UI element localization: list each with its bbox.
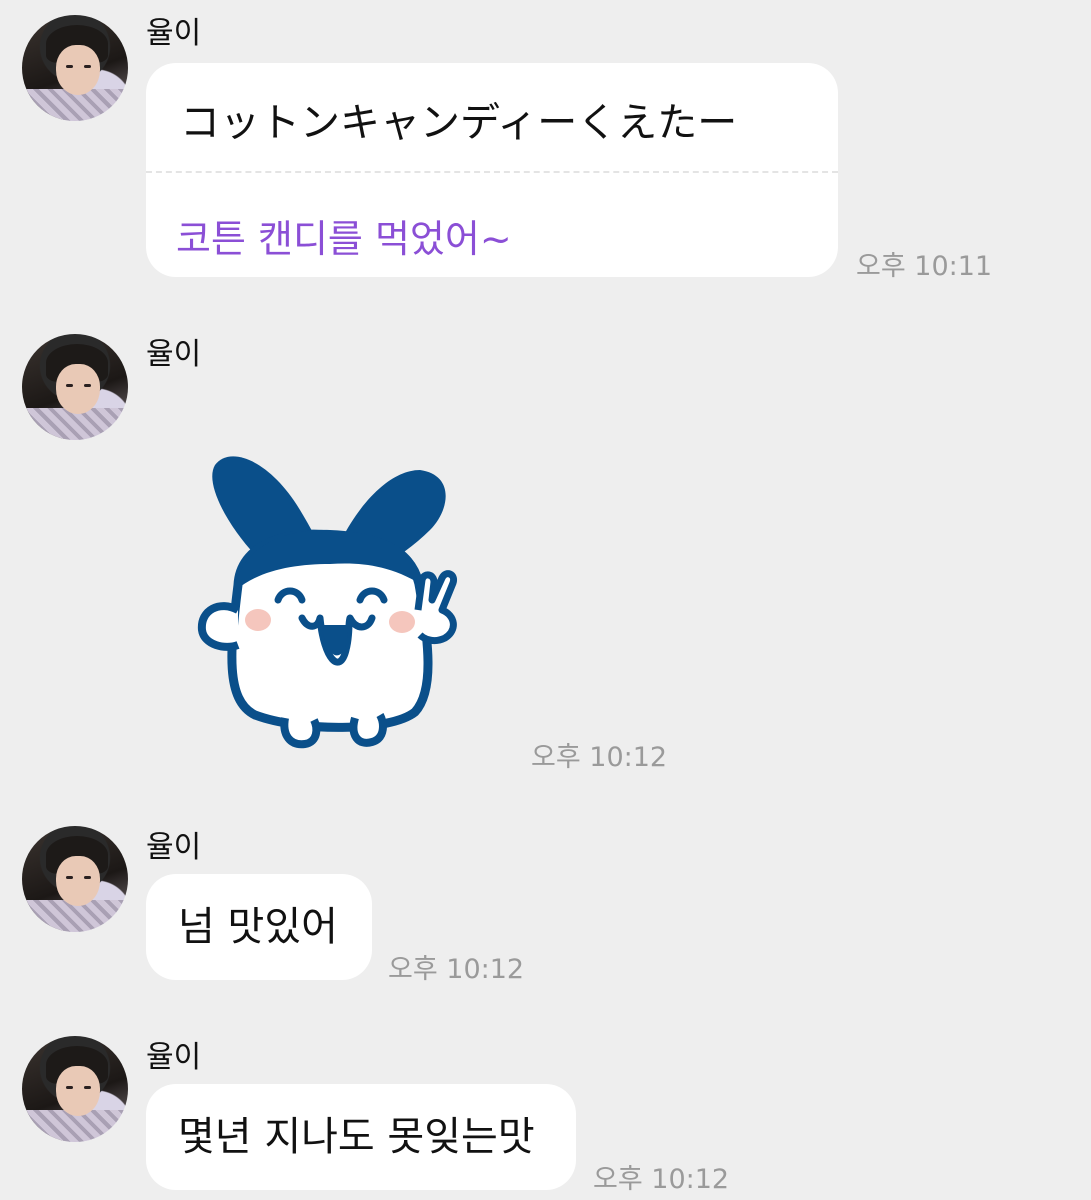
sender-name: 율이: [146, 1040, 202, 1075]
message-2: 율이 오후 10:12: [0, 320, 1091, 780]
message-3: 율이 넘 맛있어 오후 10:12: [0, 812, 1091, 992]
timestamp: 오후 10:12: [388, 954, 525, 985]
message-text: コットンキャンディーくえたー: [180, 100, 738, 146]
message-1: 율이 コットンキャンディーくえたー 코튼 캔디를 먹었어~ 오후 10:11: [0, 0, 1091, 290]
sender-name: 율이: [146, 830, 202, 865]
message-bubble[interactable]: 몇년 지나도 못잊는맛: [146, 1084, 576, 1190]
tamagotchi-sticker[interactable]: [190, 450, 470, 750]
sticker-right-cheek: [389, 611, 415, 633]
translation-text: 코튼 캔디를 먹었어~: [176, 217, 512, 261]
translation-divider: [146, 171, 838, 173]
message-text: 넘 맛있어: [178, 904, 338, 950]
sticker-left-cheek: [245, 609, 271, 631]
timestamp: 오후 10:12: [531, 742, 668, 773]
timestamp: 오후 10:12: [593, 1164, 730, 1195]
sender-name: 율이: [146, 337, 202, 372]
sticker-left-foot: [280, 717, 321, 749]
avatar[interactable]: [22, 826, 128, 932]
avatar[interactable]: [22, 1036, 128, 1142]
message-4: 율이 몇년 지나도 못잊는맛 오후 10:12: [0, 1022, 1091, 1200]
timestamp: 오후 10:11: [856, 251, 993, 282]
message-bubble[interactable]: 넘 맛있어: [146, 874, 372, 980]
message-bubble[interactable]: コットンキャンディーくえたー 코튼 캔디를 먹었어~: [146, 63, 838, 277]
avatar[interactable]: [22, 15, 128, 121]
avatar[interactable]: [22, 334, 128, 440]
sticker-left-arm: [197, 602, 240, 651]
sender-name: 율이: [146, 16, 202, 51]
sticker-peace-hand: [414, 570, 458, 645]
message-text: 몇년 지나도 못잊는맛: [178, 1114, 535, 1160]
sticker-right-foot: [349, 713, 387, 747]
